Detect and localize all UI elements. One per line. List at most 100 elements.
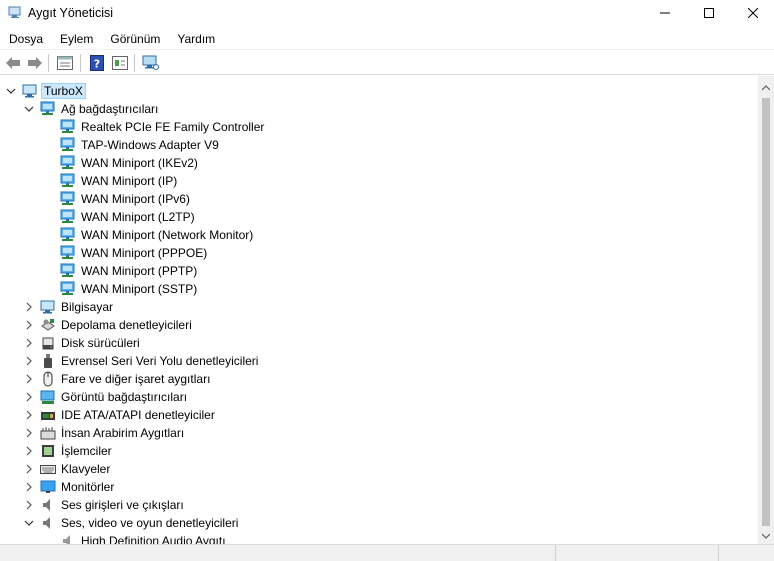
- network-adapter-icon: [60, 137, 76, 153]
- tree-device-label: WAN Miniport (IKEv2): [81, 156, 198, 170]
- chevron-right-icon[interactable]: [24, 500, 34, 510]
- tree-category-disk-drives[interactable]: Disk sürücüleri: [24, 334, 142, 352]
- chevron-down-icon[interactable]: [24, 104, 34, 114]
- tree-category-keyboards[interactable]: Klavyeler: [24, 460, 112, 478]
- menu-file[interactable]: Dosya: [1, 29, 51, 49]
- tree-category-label: Depolama denetleyicileri: [61, 318, 192, 332]
- network-adapter-icon: [40, 101, 56, 117]
- chevron-right-icon[interactable]: [24, 410, 34, 420]
- tree-device-item[interactable]: TAP-Windows Adapter V9: [60, 136, 221, 154]
- sound-controller-icon: [40, 515, 56, 531]
- tree-category-label: Ağ bağdaştırıcıları: [61, 102, 159, 116]
- chevron-right-icon[interactable]: [24, 320, 34, 330]
- chevron-right-icon[interactable]: [24, 482, 34, 492]
- ide-controller-icon: [40, 407, 56, 423]
- close-button[interactable]: [730, 0, 774, 26]
- tree-category-processors[interactable]: İşlemciler: [24, 442, 114, 460]
- forward-icon[interactable]: [26, 54, 44, 72]
- vertical-scrollbar[interactable]: [758, 76, 774, 544]
- scrollbar-thumb[interactable]: [762, 98, 770, 526]
- scroll-down-icon[interactable]: [758, 528, 774, 544]
- tree-device-item[interactable]: WAN Miniport (IP): [60, 172, 179, 190]
- tree-device-item[interactable]: WAN Miniport (IPv6): [60, 190, 192, 208]
- toolbar-separator: [48, 54, 49, 72]
- tree-category-storage-controllers[interactable]: Depolama denetleyicileri: [24, 316, 194, 334]
- tree-device-item[interactable]: WAN Miniport (SSTP): [60, 280, 199, 298]
- tree-category-label: Evrensel Seri Veri Yolu denetleyicileri: [61, 354, 259, 368]
- computer-icon: [22, 83, 38, 99]
- tree-device-item[interactable]: Realtek PCIe FE Family Controller: [60, 118, 266, 136]
- tree-device-item[interactable]: WAN Miniport (IKEv2): [60, 154, 200, 172]
- status-segment: [718, 545, 719, 561]
- minimize-button[interactable]: [642, 0, 688, 26]
- network-adapter-icon: [60, 191, 76, 207]
- tree-category-computer[interactable]: Bilgisayar: [24, 298, 115, 316]
- tree-category-label: Fare ve diğer işaret aygıtları: [61, 372, 211, 386]
- chevron-right-icon[interactable]: [24, 338, 34, 348]
- mouse-icon: [40, 371, 56, 387]
- scan-hardware-icon[interactable]: [142, 54, 160, 72]
- back-icon[interactable]: [4, 54, 22, 72]
- update-driver-icon[interactable]: [111, 54, 129, 72]
- network-adapter-icon: [60, 155, 76, 171]
- chevron-right-icon[interactable]: [24, 392, 34, 402]
- tree-category-human-interface-devices[interactable]: İnsan Arabirim Aygıtları: [24, 424, 186, 442]
- status-segment: [555, 545, 556, 561]
- menu-help[interactable]: Yardım: [169, 29, 223, 49]
- device-manager-app-icon: [8, 5, 22, 19]
- network-adapter-icon: [60, 119, 76, 135]
- scroll-up-icon[interactable]: [758, 80, 774, 96]
- tree-device-item[interactable]: WAN Miniport (PPPOE): [60, 244, 209, 262]
- chevron-down-icon[interactable]: [6, 86, 16, 96]
- tree-device-item[interactable]: WAN Miniport (L2TP): [60, 208, 197, 226]
- tree-device-item[interactable]: High Definition Audio Aygıtı: [60, 532, 228, 544]
- tree-category-monitors[interactable]: Monitörler: [24, 478, 116, 496]
- audio-io-icon: [40, 497, 56, 513]
- tree-category-mice[interactable]: Fare ve diğer işaret aygıtları: [24, 370, 212, 388]
- svg-text:?: ?: [94, 58, 100, 71]
- help-icon[interactable]: ?: [88, 54, 106, 72]
- tree-device-item[interactable]: WAN Miniport (PPTP): [60, 262, 199, 280]
- storage-controller-icon: [40, 317, 56, 333]
- network-adapter-icon: [60, 209, 76, 225]
- tree-category-network-adapters[interactable]: Ağ bağdaştırıcıları: [24, 100, 160, 118]
- tree-category-label: Disk sürücüleri: [61, 336, 140, 350]
- chevron-right-icon[interactable]: [24, 428, 34, 438]
- tree-device-label: WAN Miniport (L2TP): [81, 210, 195, 224]
- chevron-right-icon[interactable]: [24, 446, 34, 456]
- tree-device-label: TAP-Windows Adapter V9: [81, 138, 219, 152]
- tree-category-ide-controllers[interactable]: IDE ATA/ATAPI denetleyiciler: [24, 406, 217, 424]
- maximize-button[interactable]: [686, 0, 732, 26]
- network-adapter-icon: [60, 263, 76, 279]
- usb-icon: [40, 353, 56, 369]
- tree-category-audio-io[interactable]: Ses girişleri ve çıkışları: [24, 496, 186, 514]
- tree-device-label: WAN Miniport (Network Monitor): [81, 228, 254, 242]
- tree-category-label: Ses, video ve oyun denetleyicileri: [61, 516, 239, 530]
- properties-icon[interactable]: [56, 54, 74, 72]
- audio-device-icon: [60, 533, 76, 544]
- tree-device-item[interactable]: WAN Miniport (Network Monitor): [60, 226, 255, 244]
- menu-view[interactable]: Görünüm: [102, 29, 168, 49]
- tree-root-label: TurboX: [41, 83, 86, 99]
- network-adapter-icon: [60, 281, 76, 297]
- menu-action[interactable]: Eylem: [52, 29, 101, 49]
- toolbar-separator: [80, 54, 81, 72]
- chevron-right-icon[interactable]: [24, 464, 34, 474]
- tree-category-label: Ses girişleri ve çıkışları: [61, 498, 184, 512]
- title-bar: Aygıt Yöneticisi: [0, 0, 774, 26]
- tree-category-display-adapters[interactable]: Görüntü bağdaştırıcıları: [24, 388, 189, 406]
- tree-category-usb-controllers[interactable]: Evrensel Seri Veri Yolu denetleyicileri: [24, 352, 260, 370]
- disk-drive-icon: [40, 335, 56, 351]
- chevron-right-icon[interactable]: [24, 302, 34, 312]
- chevron-right-icon[interactable]: [24, 374, 34, 384]
- status-bar: [0, 544, 774, 561]
- tree-root-computer[interactable]: TurboX: [6, 82, 86, 100]
- tree-category-label: İnsan Arabirim Aygıtları: [61, 426, 185, 440]
- network-adapter-icon: [60, 227, 76, 243]
- tree-category-label: IDE ATA/ATAPI denetleyiciler: [61, 408, 215, 422]
- network-adapter-icon: [60, 245, 76, 261]
- toolbar: ?: [0, 51, 774, 75]
- chevron-right-icon[interactable]: [24, 356, 34, 366]
- chevron-down-icon[interactable]: [24, 518, 34, 528]
- tree-category-sound-video-game[interactable]: Ses, video ve oyun denetleyicileri: [24, 514, 240, 532]
